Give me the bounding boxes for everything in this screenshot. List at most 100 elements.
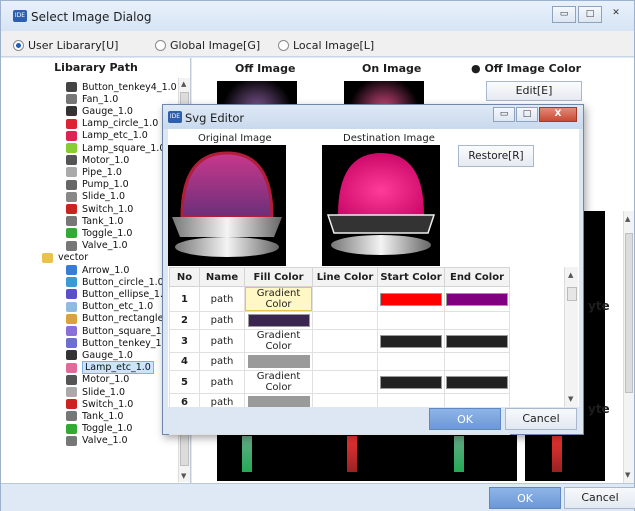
tree-item[interactable]: Slide_1.0 (66, 191, 125, 203)
svg-cancel-button[interactable]: Cancel (505, 408, 577, 430)
library-tree[interactable]: Button_tenkey4_1.0 Fan_1.0 Gauge_1.0 Lamp_c… (1, 78, 179, 482)
ok-button[interactable]: OK (489, 487, 561, 509)
cell-no[interactable]: 1 (169, 286, 200, 312)
cell-line-color[interactable] (312, 370, 378, 394)
component-icon (66, 167, 77, 178)
tree-item[interactable]: Lamp_etc_1.0 (66, 361, 154, 375)
table-row[interactable]: 3 path Gradient Color (169, 329, 510, 353)
radio-local-image[interactable]: Local Image[L] (278, 39, 374, 52)
cell-no[interactable]: 4 (169, 352, 200, 371)
tree-item[interactable]: Tank_1.0 (66, 410, 123, 422)
scroll-down-icon[interactable]: ▼ (568, 395, 573, 403)
component-icon (66, 350, 77, 361)
cell-start-color[interactable] (377, 370, 445, 394)
svg-ok-button[interactable]: OK (429, 408, 501, 430)
minimize-icon[interactable]: ▭ (493, 107, 515, 122)
cell-fill-color[interactable]: Gradient Color (244, 286, 313, 312)
end-color-swatch (446, 334, 508, 348)
tree-item[interactable]: Button_tenkey4_1.0 (66, 81, 177, 93)
close-icon[interactable]: ✕ (604, 6, 628, 23)
cell-start-color[interactable] (377, 286, 445, 312)
tree-item[interactable]: Gauge_1.0 (66, 349, 133, 361)
right-label: yte (588, 402, 610, 416)
table-row[interactable]: 1 path Gradient Color (169, 286, 510, 312)
tree-item[interactable]: Button_square_1.0 (66, 325, 171, 337)
table-scroll-thumb[interactable] (567, 287, 577, 301)
tree-item[interactable]: Pump_1.0 (66, 179, 129, 191)
tree-item[interactable]: Button_ellipse_1.0 (66, 288, 169, 300)
cell-line-color[interactable] (312, 329, 378, 353)
cell-line-color[interactable] (312, 352, 378, 371)
cell-start-color[interactable] (377, 352, 445, 371)
tree-item[interactable]: Tank_1.0 (66, 215, 123, 227)
tree-item[interactable]: Button_circle_1.0 (66, 276, 164, 288)
tree-item[interactable]: Motor_1.0 (66, 374, 129, 386)
tree-item[interactable]: Button_tenkey_1.0 (66, 337, 171, 349)
tree-item[interactable]: Toggle_1.0 (66, 423, 132, 435)
tree-item[interactable]: Lamp_square_1.0 (66, 142, 165, 154)
table-row[interactable]: 2 path (169, 311, 510, 330)
tree-item[interactable]: Toggle_1.0 (66, 227, 132, 239)
edit-button[interactable]: Edit[E] (486, 81, 582, 101)
cell-end-color[interactable] (444, 370, 510, 394)
component-icon (66, 313, 77, 324)
cancel-button[interactable]: Cancel (564, 487, 635, 509)
cell-line-color[interactable] (312, 286, 378, 312)
scroll-up-icon[interactable]: ▲ (181, 80, 186, 88)
radio-user-library[interactable]: User Libarary[U] (13, 39, 118, 52)
tree-item-label: Button_rectangle_1 (82, 313, 175, 325)
cell-end-color[interactable] (444, 352, 510, 371)
minimize-icon[interactable]: ▭ (552, 6, 576, 23)
table-scrollbar[interactable]: ▲ ▼ (564, 267, 578, 407)
cell-name[interactable]: path (199, 370, 245, 394)
tree-item[interactable]: Button_rectangle_1 (66, 313, 174, 325)
tree-item[interactable]: Motor_1.0 (66, 154, 129, 166)
cell-fill-color[interactable] (244, 352, 313, 371)
cell-start-color[interactable] (377, 311, 445, 330)
cell-fill-color[interactable]: Gradient Color (244, 329, 313, 353)
tree-item[interactable]: Lamp_circle_1.0 (66, 118, 158, 130)
maximize-icon[interactable]: □ (516, 107, 538, 122)
tree-item[interactable]: Switch_1.0 (66, 203, 133, 215)
scroll-down-icon[interactable]: ▼ (625, 471, 630, 479)
table-row[interactable]: 5 path Gradient Color (169, 370, 510, 394)
cell-end-color[interactable] (444, 329, 510, 353)
cell-no[interactable]: 2 (169, 311, 200, 330)
tree-item[interactable]: Button_etc_1.0 (66, 301, 153, 313)
cell-name[interactable]: path (199, 311, 245, 330)
cell-fill-color[interactable]: Gradient Color (244, 370, 313, 394)
radio-global-image[interactable]: Global Image[G] (155, 39, 260, 52)
scroll-down-icon[interactable]: ▼ (181, 472, 186, 480)
scroll-up-icon[interactable]: ▲ (568, 271, 573, 279)
grid-scrollbar[interactable]: ▲ ▼ (623, 211, 634, 483)
tree-item[interactable]: Switch_1.0 (66, 398, 133, 410)
cell-end-color[interactable] (444, 286, 510, 312)
tree-item[interactable]: Arrow_1.0 (66, 264, 129, 276)
tree-item[interactable]: Gauge_1.0 (66, 105, 133, 117)
cell-end-color[interactable] (444, 311, 510, 330)
cell-name[interactable]: path (199, 352, 245, 371)
tree-item[interactable]: Pipe_1.0 (66, 166, 122, 178)
scroll-up-icon[interactable]: ▲ (625, 215, 630, 223)
cell-fill-color[interactable] (244, 311, 313, 330)
tree-folder-vector[interactable]: vector (42, 252, 88, 264)
cell-no[interactable]: 3 (169, 329, 200, 353)
cell-name[interactable]: path (199, 329, 245, 353)
close-icon[interactable]: X (539, 107, 577, 122)
tree-item[interactable]: Slide_1.0 (66, 386, 125, 398)
header-line-color: Line Color (312, 267, 378, 287)
maximize-icon[interactable]: □ (578, 6, 602, 23)
component-icon (66, 143, 77, 153)
tree-item[interactable]: Fan_1.0 (66, 93, 118, 105)
tree-item[interactable]: Valve_1.0 (66, 240, 128, 252)
svg-editor-footer: OK Cancel (168, 407, 579, 431)
cell-no[interactable]: 5 (169, 370, 200, 394)
cell-start-color[interactable] (377, 329, 445, 353)
restore-button[interactable]: Restore[R] (458, 145, 534, 167)
tree-item[interactable]: Lamp_etc_1.0 (66, 130, 148, 142)
grid-scroll-thumb[interactable] (625, 233, 633, 393)
cell-line-color[interactable] (312, 311, 378, 330)
tree-item[interactable]: Valve_1.0 (66, 435, 128, 447)
table-row[interactable]: 4 path (169, 352, 510, 371)
cell-name[interactable]: path (199, 286, 245, 312)
